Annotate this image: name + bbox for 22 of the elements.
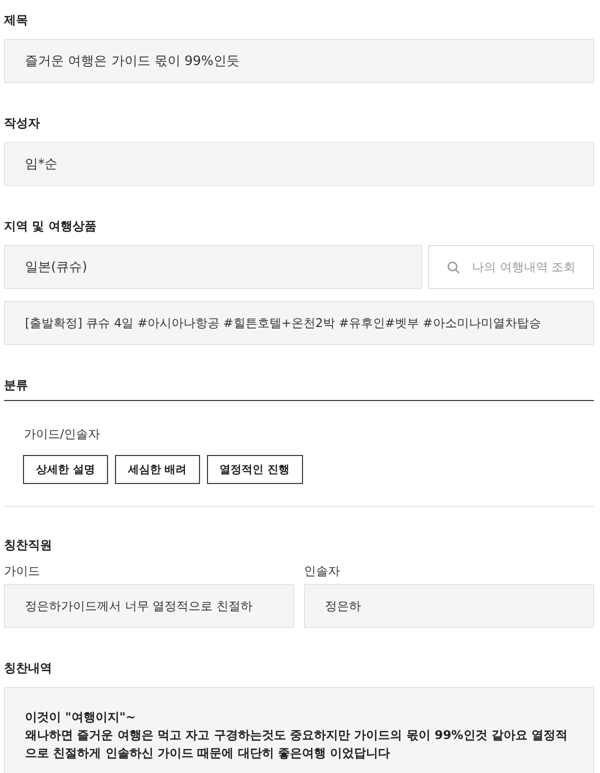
field-label: 인솔자 [304, 563, 340, 580]
input-field[interactable]: 정은하 [304, 584, 594, 628]
section-heading: 분류 [4, 377, 28, 394]
field-label: 제목 [4, 12, 28, 29]
section-heading: 칭찬내역 [4, 660, 52, 677]
tag-button[interactable]: 세심한 배려 [114, 455, 200, 484]
input-field[interactable]: 임*순 [4, 142, 594, 186]
text-area[interactable]: 이것이 "여행이지"~ 왜나하면 즐거운 여행은 먹고 자고 구경하는것도 중요하지만 가이드의 몫이 99%인것 같아요 열정적으로 친절하게 인솔하신 가이드 때문에 대단히 좋은여행 이었답니다 [4, 687, 594, 773]
input-field[interactable]: [출발확정] 큐슈 4일 #아시아나항공 #힐튼호텔+온천2박 #유후인#벳부 #아소미나미열차탑승 [4, 301, 594, 345]
field-label: 가이드 [4, 563, 40, 580]
tag-button[interactable]: 상세한 설명 [23, 455, 108, 484]
field-label: 지역 및 여행상품 [4, 218, 96, 235]
field-label: 작성자 [4, 115, 40, 132]
input-field[interactable]: 정은하가이드께서 너무 열정적으로 친절하 [4, 584, 294, 628]
section-heading: 칭찬직원 [4, 537, 53, 554]
input-field[interactable]: 일본(큐슈) [4, 245, 422, 289]
praise-text: 이것이 "여행이지"~ [25, 709, 137, 726]
group-label: 가이드/인솔자 [23, 426, 100, 443]
praise-text: 왜나하면 즐거운 여행은 먹고 자고 구경하는것도 중요하지만 가이드의 몫이 99%인것 같아요 열정적으로 친절하게 인솔하신 가이드 때문에 대단히 좋은여행 이었답니다 [25, 727, 569, 762]
input-field[interactable]: 즐거운 여행은 가이드 몫이 99%인듯 [4, 39, 594, 83]
search-icon [447, 260, 460, 274]
tag-button[interactable]: 열정적인 진행 [206, 455, 303, 484]
